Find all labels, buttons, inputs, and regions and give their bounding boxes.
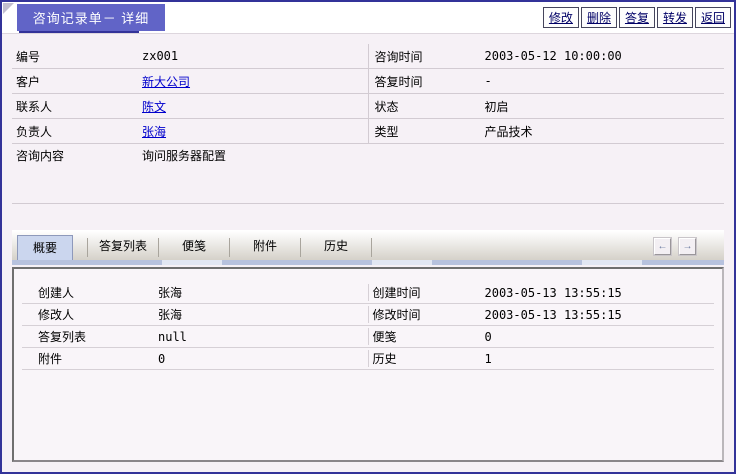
tab-attachments[interactable]: 附件 (229, 238, 300, 257)
status-value: 初启 (485, 98, 509, 115)
field-number: 编号 zx001 (12, 44, 368, 68)
field-reply-list-count: 答复列表 null (22, 328, 368, 345)
left-arrow-icon: ← (658, 241, 668, 252)
tab-reply-list[interactable]: 答复列表 (87, 238, 158, 257)
status-label: 状态 (369, 98, 485, 115)
summary-row-2: 修改人 张海 修改时间 2003-05-13 13:55:15 (22, 304, 714, 326)
notes-value: 0 (485, 330, 492, 344)
modifier-label: 修改人 (22, 306, 158, 323)
notes-label: 便笺 (369, 328, 485, 345)
header-bar: 咨询记录单－ 详细 修改 删除 答复 转发 返回 (2, 2, 734, 34)
customer-link[interactable]: 新大公司 (142, 73, 190, 90)
tab-scroll-right-button[interactable]: → (679, 238, 696, 255)
modifier-value: 张海 (158, 306, 182, 323)
page-title: 咨询记录单－ 详细 (33, 8, 150, 27)
right-arrow-icon: → (683, 241, 693, 252)
number-label: 编号 (12, 48, 142, 65)
summary-row-1: 创建人 张海 创建时间 2003-05-13 13:55:15 (22, 282, 714, 304)
tab-bar-bottom-strip (12, 260, 724, 265)
field-history-count: 历史 1 (368, 350, 715, 367)
content-label: 咨询内容 (12, 149, 142, 163)
title-underline (19, 31, 139, 33)
contact-link[interactable]: 陈文 (142, 98, 166, 115)
creator-label: 创建人 (22, 284, 158, 301)
field-contact: 联系人 陈文 (12, 94, 368, 118)
summary-row-4: 附件 0 历史 1 (22, 348, 714, 370)
type-label: 类型 (369, 123, 485, 140)
field-customer: 客户 新大公司 (12, 69, 368, 93)
field-create-time: 创建时间 2003-05-13 13:55:15 (368, 284, 715, 301)
form-row-4: 负责人 张海 类型 产品技术 (12, 119, 724, 144)
field-notes-count: 便笺 0 (368, 328, 715, 345)
attachments-label: 附件 (22, 350, 158, 367)
create-time-value: 2003-05-13 13:55:15 (485, 286, 622, 300)
consult-time-value: 2003-05-12 10:00:00 (485, 49, 622, 63)
field-consult-time: 咨询时间 2003-05-12 10:00:00 (368, 44, 725, 68)
consult-time-label: 咨询时间 (369, 48, 485, 65)
reply-time-label: 答复时间 (369, 73, 485, 90)
field-creator: 创建人 张海 (22, 284, 368, 301)
field-modifier: 修改人 张海 (22, 306, 368, 323)
field-owner: 负责人 张海 (12, 119, 368, 143)
tab-history[interactable]: 历史 (300, 238, 372, 257)
field-type: 类型 产品技术 (368, 119, 725, 143)
owner-link[interactable]: 张海 (142, 123, 166, 140)
modify-time-label: 修改时间 (369, 306, 485, 323)
tab-summary[interactable]: 概要 (17, 235, 73, 260)
contact-label: 联系人 (12, 98, 142, 115)
content-value: 询问服务器配置 (142, 149, 226, 163)
tab-bar: 概要 答复列表 便笺 附件 历史 ← → (12, 230, 724, 260)
record-detail-form: 编号 zx001 咨询时间 2003-05-12 10:00:00 客户 新大公… (12, 44, 724, 204)
attachments-value: 0 (158, 352, 165, 366)
creator-value: 张海 (158, 284, 182, 301)
tab-scrollers: ← → (654, 238, 696, 255)
history-label: 历史 (369, 350, 485, 367)
reply-time-value: - (485, 74, 492, 88)
number-value: zx001 (142, 49, 178, 63)
folded-corner-icon (3, 3, 14, 14)
forward-button[interactable]: 转发 (657, 7, 693, 28)
delete-button[interactable]: 删除 (581, 7, 617, 28)
consultation-record-detail-window: 咨询记录单－ 详细 修改 删除 答复 转发 返回 编号 zx001 咨询时间 2… (0, 0, 736, 474)
create-time-label: 创建时间 (369, 284, 485, 301)
tab-scroll-left-button[interactable]: ← (654, 238, 671, 255)
summary-panel: 创建人 张海 创建时间 2003-05-13 13:55:15 修改人 张海 修… (12, 267, 724, 462)
form-row-1: 编号 zx001 咨询时间 2003-05-12 10:00:00 (12, 44, 724, 69)
form-row-content: 咨询内容 询问服务器配置 (12, 144, 724, 204)
reply-button[interactable]: 答复 (619, 7, 655, 28)
form-row-2: 客户 新大公司 答复时间 - (12, 69, 724, 94)
type-value: 产品技术 (485, 123, 533, 140)
tab-notes[interactable]: 便笺 (158, 238, 229, 257)
form-row-3: 联系人 陈文 状态 初启 (12, 94, 724, 119)
field-status: 状态 初启 (368, 94, 725, 118)
field-reply-time: 答复时间 - (368, 69, 725, 93)
history-value: 1 (485, 352, 492, 366)
toolbar: 修改 删除 答复 转发 返回 (543, 7, 731, 28)
modify-time-value: 2003-05-13 13:55:15 (485, 308, 622, 322)
summary-row-3: 答复列表 null 便笺 0 (22, 326, 714, 348)
field-modify-time: 修改时间 2003-05-13 13:55:15 (368, 306, 715, 323)
owner-label: 负责人 (12, 123, 142, 140)
modify-button[interactable]: 修改 (543, 7, 579, 28)
back-button[interactable]: 返回 (695, 7, 731, 28)
field-attachments-count: 附件 0 (22, 350, 368, 367)
customer-label: 客户 (12, 73, 142, 90)
reply-list-value: null (158, 330, 187, 344)
page-title-tab: 咨询记录单－ 详细 (17, 4, 165, 31)
reply-list-label: 答复列表 (22, 328, 158, 345)
